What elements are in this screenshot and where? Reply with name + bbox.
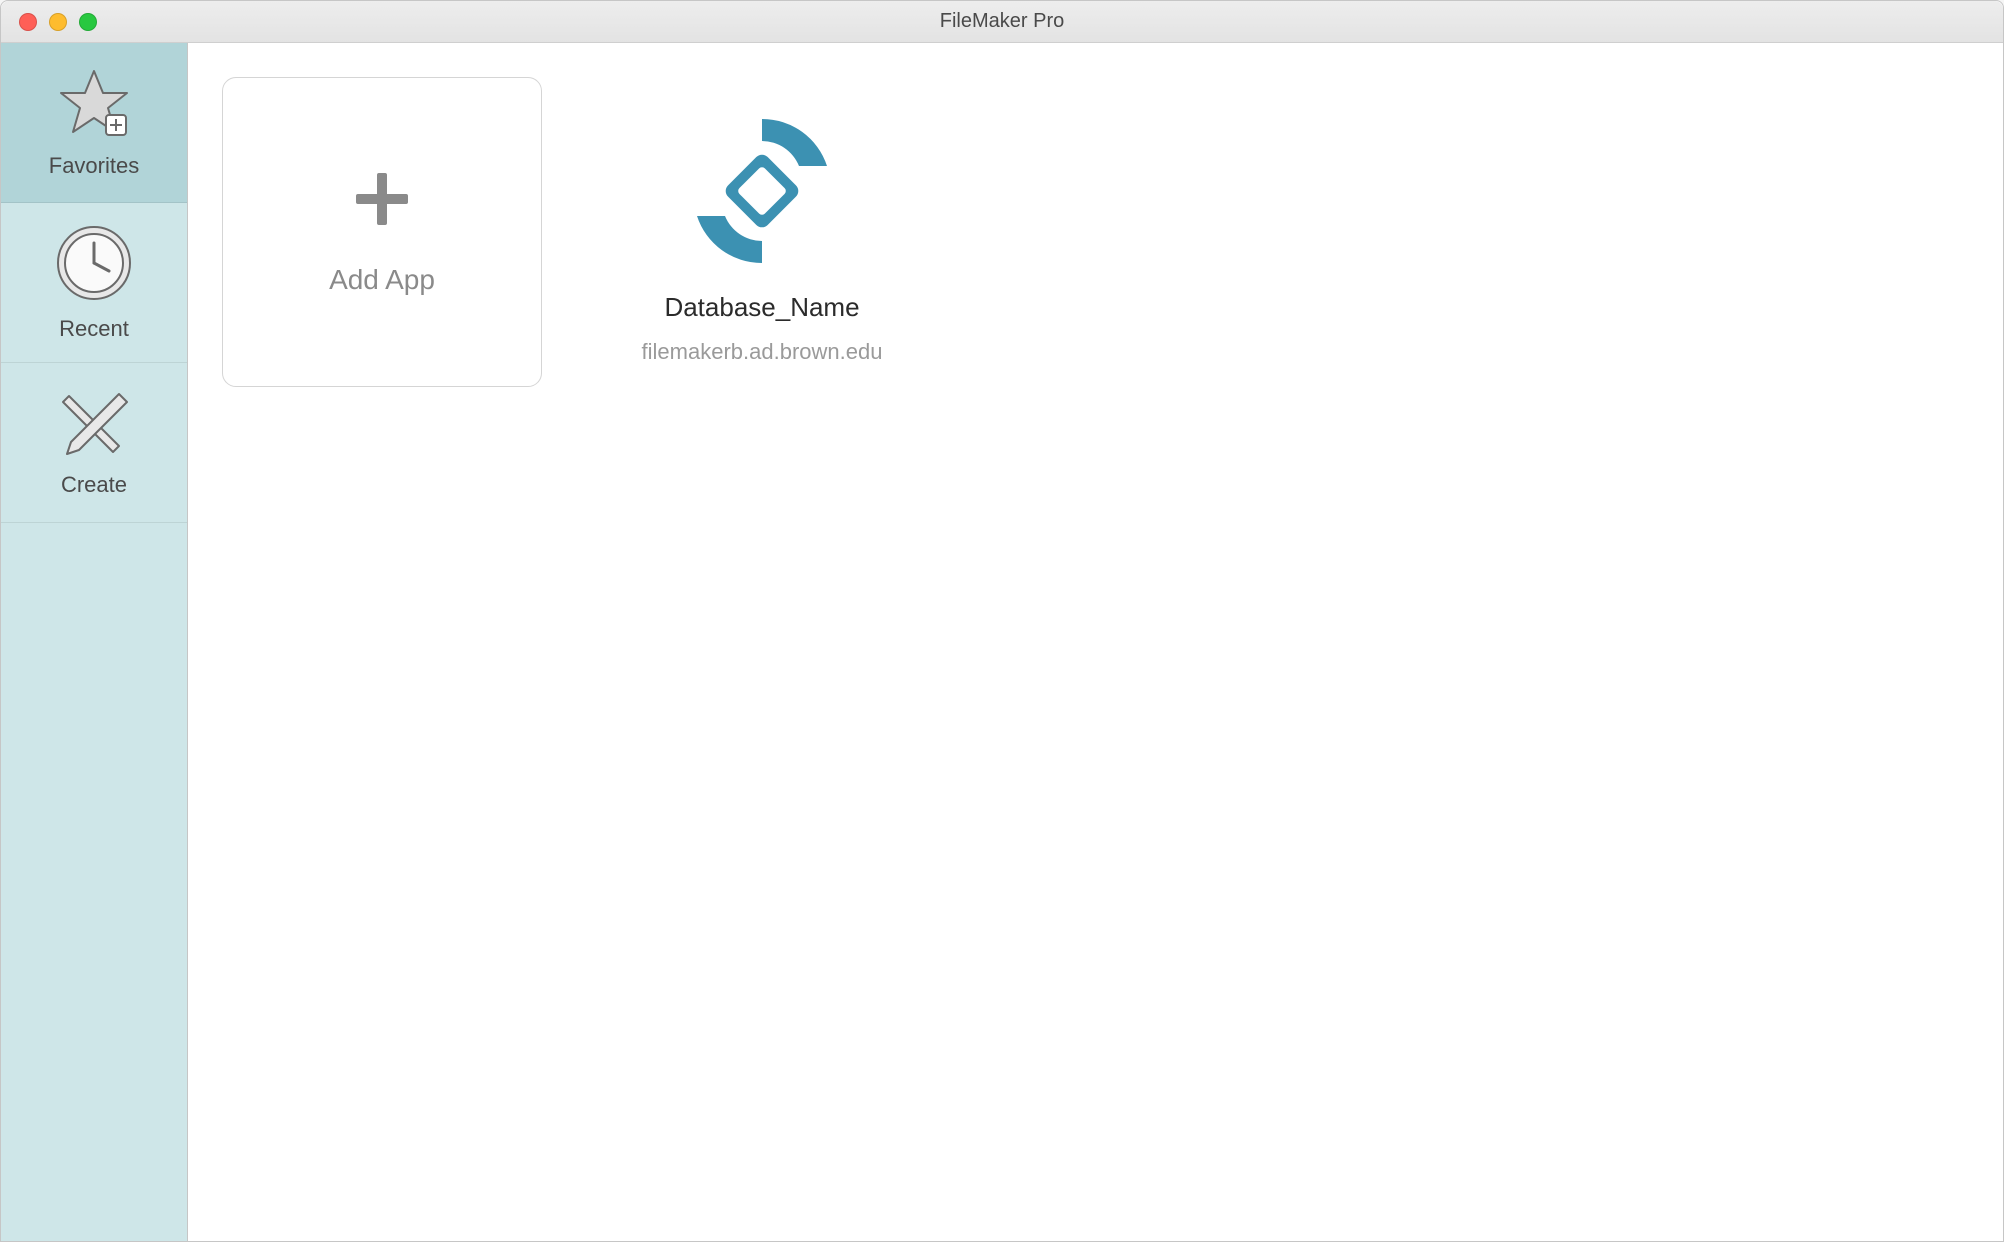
window-controls bbox=[1, 13, 97, 31]
database-name: Database_Name bbox=[664, 292, 859, 323]
add-app-card[interactable]: Add App bbox=[222, 77, 542, 387]
add-app-label: Add App bbox=[329, 264, 435, 296]
star-icon bbox=[56, 67, 132, 139]
plus-icon bbox=[352, 169, 412, 234]
content-area: Add App Database_Name bbox=[188, 43, 2003, 1241]
close-button[interactable] bbox=[19, 13, 37, 31]
clock-icon bbox=[55, 224, 133, 302]
sidebar-item-label: Create bbox=[61, 472, 127, 498]
sidebar-item-favorites[interactable]: Favorites bbox=[1, 43, 187, 203]
favorite-database-card[interactable]: Database_Name filemakerb.ad.brown.edu bbox=[602, 77, 922, 365]
minimize-button[interactable] bbox=[49, 13, 67, 31]
database-host: filemakerb.ad.brown.edu bbox=[642, 339, 883, 365]
window-body: Favorites Recent bbox=[1, 43, 2003, 1241]
app-window: FileMaker Pro Favorites bbox=[0, 0, 2004, 1242]
titlebar: FileMaker Pro bbox=[1, 1, 2003, 43]
sidebar-item-label: Recent bbox=[59, 316, 129, 342]
window-title: FileMaker Pro bbox=[940, 10, 1064, 33]
sidebar: Favorites Recent bbox=[1, 43, 188, 1241]
sidebar-item-label: Favorites bbox=[49, 153, 139, 179]
sidebar-item-create[interactable]: Create bbox=[1, 363, 187, 523]
filemaker-app-icon bbox=[687, 111, 837, 276]
zoom-button[interactable] bbox=[79, 13, 97, 31]
sidebar-item-recent[interactable]: Recent bbox=[1, 203, 187, 363]
tools-icon bbox=[57, 388, 131, 458]
